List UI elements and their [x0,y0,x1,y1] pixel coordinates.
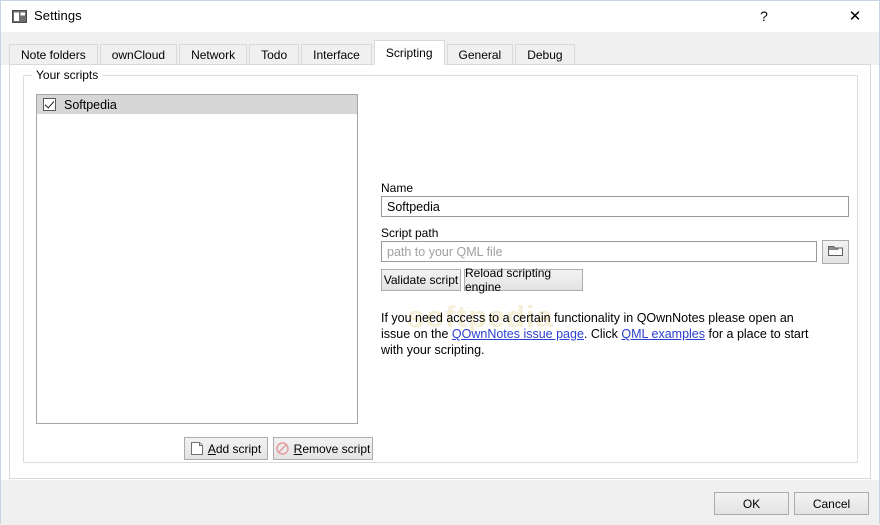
tab-general[interactable]: General [446,44,514,65]
remove-script-mnemonic: R [293,441,303,456]
qownnotes-issue-page-link[interactable]: QOwnNotes issue page [452,327,584,341]
tab-bar: Note folders ownCloud Network Todo Inter… [1,32,879,65]
scripting-info-text: If you need access to a certain function… [381,310,821,358]
script-name-label: Softpedia [64,97,117,112]
remove-script-label-rest: emove script [302,441,371,456]
tab-todo[interactable]: Todo [249,44,300,65]
script-path-input[interactable] [381,241,817,262]
name-label: Name [381,181,414,195]
app-window-icon [12,9,27,24]
remove-script-button[interactable]: Remove script [273,437,373,460]
tab-debug[interactable]: Debug [515,44,575,65]
add-script-button[interactable]: Add script [184,437,268,460]
your-scripts-groupbox: Your scripts Softpedia Add script Remove… [23,68,858,463]
dialog-footer: OK Cancel [1,480,879,525]
name-input[interactable] [381,196,849,217]
window-title: Settings [34,8,82,23]
list-item[interactable]: Softpedia [37,95,357,114]
browse-folder-button[interactable] [822,240,849,264]
close-button[interactable]: ✕ [832,1,878,31]
ok-button[interactable]: OK [714,492,789,515]
scripting-tab-panel: Your scripts Softpedia Add script Remove… [9,64,871,479]
cancel-button[interactable]: Cancel [794,492,869,515]
reload-scripting-engine-button[interactable]: Reload scripting engine [464,266,583,294]
document-icon [190,442,203,455]
remove-script-label: Remove script [294,442,371,456]
add-script-label: Add script [208,442,261,456]
validate-script-button[interactable]: Validate script [381,269,461,291]
add-script-mnemonic: A [207,441,216,456]
tab-owncloud[interactable]: ownCloud [99,44,178,65]
info-text-part2: . Click [583,327,622,341]
settings-dialog: Settings ? ✕ Note folders ownCloud Netwo… [0,0,880,525]
script-path-label: Script path [381,226,439,240]
groupbox-title: Your scripts [32,68,103,82]
help-button[interactable]: ? [741,1,787,31]
tab-note-folders[interactable]: Note folders [9,44,98,65]
script-enabled-checkbox[interactable] [43,98,56,111]
qml-examples-link[interactable]: QML examples [621,327,705,341]
tab-strip: Note folders ownCloud Network Todo Inter… [9,39,577,65]
no-entry-icon [275,442,289,455]
folder-icon [828,244,843,260]
title-bar: Settings ? ✕ [1,1,879,33]
add-script-label-rest: dd script [215,441,262,456]
scripts-list[interactable]: Softpedia [36,94,358,424]
tab-scripting[interactable]: Scripting [373,40,445,65]
tab-interface[interactable]: Interface [301,44,372,65]
tab-network[interactable]: Network [179,44,248,65]
